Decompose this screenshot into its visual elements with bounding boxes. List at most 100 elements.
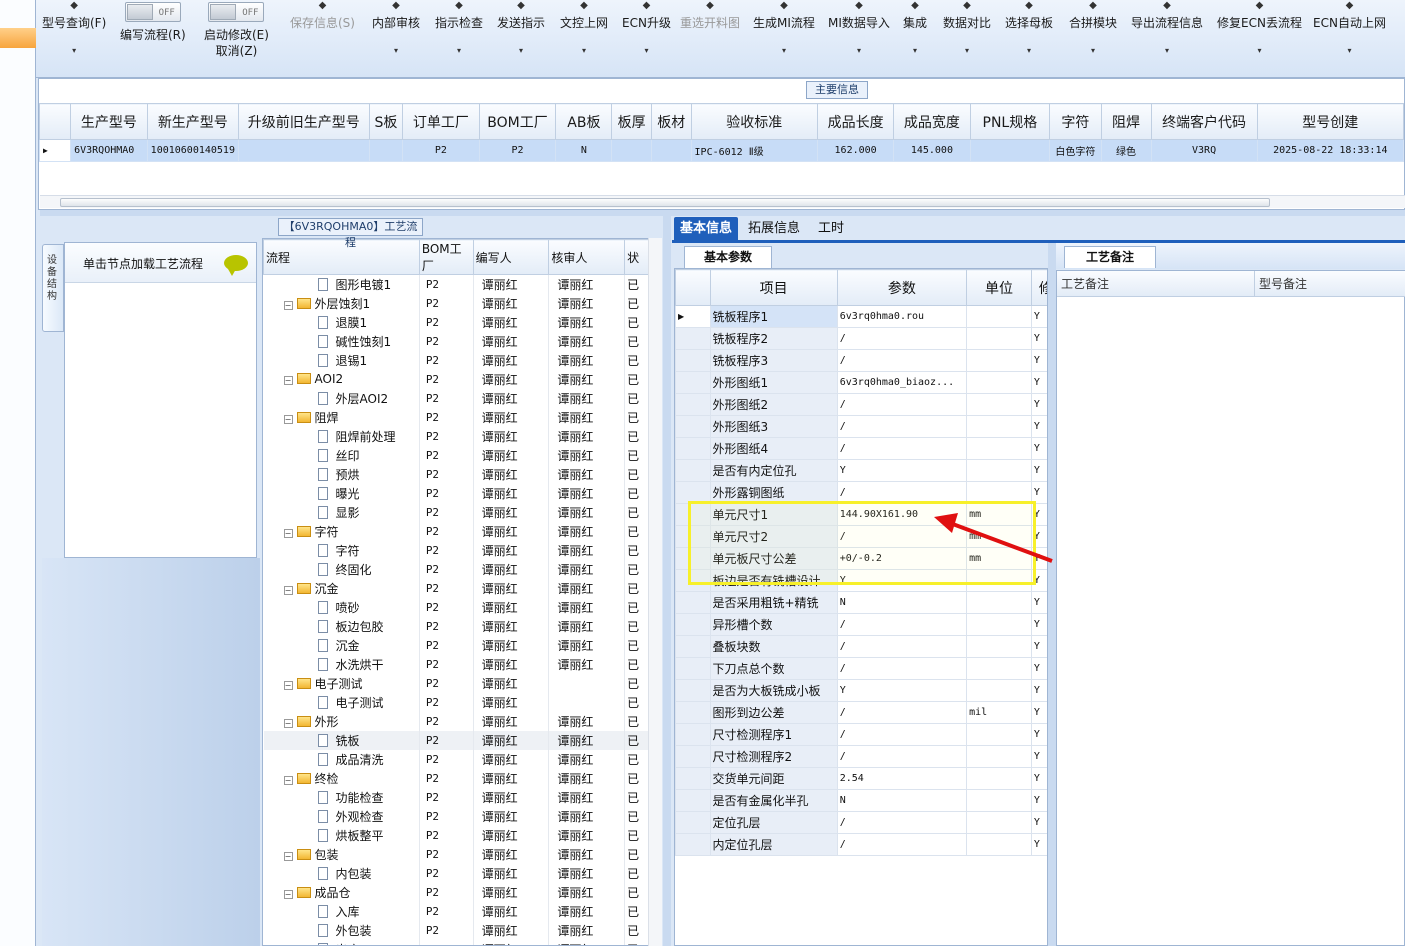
toolbar-button-9[interactable]: ◆ 重选开料图	[680, 0, 740, 30]
dropdown-arrow-icon[interactable]: ▾	[1069, 44, 1117, 58]
tree-node[interactable]: 预烘	[263, 464, 420, 484]
cell[interactable]: 10010600140519	[146, 139, 239, 162]
col-header[interactable]: 型号创建	[1256, 103, 1405, 140]
tree-row[interactable]: 终固化 P2 谭丽红 谭丽红已	[263, 559, 661, 579]
collapse-icon[interactable]: −	[283, 889, 293, 899]
col-header[interactable]: 订单工厂	[402, 103, 480, 140]
toolbar-button-16[interactable]: ◆ 导出流程信息 ▾	[1131, 0, 1203, 58]
tree-node[interactable]: 外层AOI2	[263, 388, 420, 408]
param-mod[interactable]: Y	[1030, 811, 1047, 834]
param-mod[interactable]: Y	[1030, 657, 1047, 680]
param-mod[interactable]: Y	[1030, 459, 1047, 482]
col-header[interactable]: BOM工厂	[478, 103, 557, 140]
dropdown-arrow-icon[interactable]: ▾	[435, 44, 483, 58]
col-header[interactable]: 板厚	[611, 103, 652, 140]
tree-node[interactable]: 水洗烘干	[263, 654, 420, 674]
tree-node[interactable]: − AOI2	[263, 369, 420, 389]
param-value[interactable]: /	[836, 635, 968, 658]
param-mod[interactable]: Y	[1030, 701, 1047, 724]
param-value[interactable]: 6v3rq0hma0.rou	[836, 305, 968, 328]
tree-node[interactable]: 曝光	[263, 483, 420, 503]
param-row[interactable]: 内定位孔层 / Y	[675, 833, 1047, 856]
tree-row[interactable]: 碱性蚀刻1 P2 谭丽红 谭丽红已	[263, 331, 661, 351]
dropdown-arrow-icon[interactable]: ▾	[828, 44, 890, 58]
param-value[interactable]: 6v3rq0hma0_biaoz...	[836, 371, 968, 394]
cell[interactable]: V3RQ	[1150, 139, 1258, 162]
tree-row[interactable]: − 沉金 P2 谭丽红 谭丽红已	[263, 578, 661, 598]
toolbar-button-0[interactable]: ◆ 型号查询(F) ▾	[42, 0, 106, 58]
tree-node[interactable]: − 字符	[263, 521, 420, 541]
tree-node[interactable]: 字符	[263, 540, 420, 560]
cell[interactable]	[368, 139, 404, 162]
param-value[interactable]: /	[836, 437, 968, 460]
tree-row[interactable]: 图形电镀1 P2 谭丽红 谭丽红已	[263, 274, 661, 294]
param-mod[interactable]: Y	[1030, 613, 1047, 636]
collapse-icon[interactable]: −	[283, 718, 293, 728]
tree-row[interactable]: − AOI2 P2 谭丽红 谭丽红已	[263, 369, 661, 389]
tree-node[interactable]: 丝印	[263, 445, 420, 465]
cell[interactable]	[611, 139, 652, 162]
param-unit[interactable]	[966, 371, 1032, 394]
tree-row[interactable]: 出库P2谭丽红谭丽红已	[263, 939, 661, 945]
param-row[interactable]: 外形图纸4/ Y	[675, 437, 1047, 460]
cell[interactable]	[969, 139, 1051, 162]
param-row[interactable]: 是否有金属化半孔 N Y	[675, 789, 1047, 812]
tree-row[interactable]: 成品清洗 P2 谭丽红 谭丽红已	[263, 749, 661, 769]
param-unit[interactable]	[966, 459, 1032, 482]
tree-row[interactable]: 预烘 P2 谭丽红 谭丽红已	[263, 464, 661, 484]
tree-row[interactable]: 外层AOI2 P2 谭丽红 谭丽红已	[263, 388, 661, 408]
toolbar-button-2[interactable]: OFF 启动修改(E) 取消(Z)	[204, 0, 269, 58]
param-value[interactable]: /	[836, 833, 968, 856]
tree-row[interactable]: 外观检查 P2 谭丽红 谭丽红已	[263, 806, 661, 826]
tree-node[interactable]: − 阻焊	[263, 407, 420, 427]
param-mod[interactable]: Y	[1030, 393, 1047, 416]
param-mod[interactable]: Y	[1030, 305, 1047, 328]
param-value[interactable]: Y	[836, 679, 968, 702]
param-unit[interactable]	[966, 327, 1032, 350]
param-row[interactable]: 尺寸检测程序1/ Y	[675, 723, 1047, 746]
collapse-icon[interactable]: −	[283, 414, 293, 424]
tree-row[interactable]: 水洗烘干 P2 谭丽红 谭丽红已	[263, 654, 661, 674]
param-unit[interactable]	[966, 657, 1032, 680]
param-row[interactable]: 铣板程序3/ Y	[675, 349, 1047, 372]
toolbar-button-13[interactable]: ◆ 数据对比 ▾	[943, 0, 991, 58]
tree-col-header[interactable]: 编写人	[472, 239, 550, 275]
tree-row[interactable]: 内包装 P2 谭丽红 谭丽红已	[263, 863, 661, 883]
tree-row[interactable]: 外包装 P2 谭丽红 谭丽红已	[263, 920, 661, 940]
cell[interactable]: 145.000	[893, 139, 971, 162]
col-header[interactable]: 终端客户代码	[1150, 103, 1258, 140]
cell[interactable]: 绿色	[1100, 139, 1152, 162]
main-grid-hscrollbar[interactable]	[40, 195, 1405, 208]
toolbar-button-14[interactable]: ◆ 选择母板 ▾	[1005, 0, 1053, 58]
node-panel-header[interactable]: 单击节点加载工艺流程	[65, 243, 256, 283]
col-header[interactable]: 阻焊	[1100, 103, 1152, 140]
dropdown-arrow-icon[interactable]: ▾	[560, 44, 608, 58]
tree-col-header[interactable]: 流程	[263, 239, 420, 275]
tab-0[interactable]: 基本信息	[674, 217, 739, 241]
right-splitter[interactable]	[1048, 243, 1056, 946]
tree-node[interactable]: 终固化	[263, 559, 420, 579]
col-header[interactable]: S板	[368, 103, 404, 140]
param-unit[interactable]	[966, 393, 1032, 416]
left-dock-active-item[interactable]	[0, 28, 36, 48]
tab-2[interactable]: 工时	[812, 217, 850, 241]
param-row[interactable]: 尺寸检测程序2/ Y	[675, 745, 1047, 768]
tab-process-notes[interactable]: 工艺备注	[1064, 246, 1156, 268]
cell[interactable]: 2025-08-22 18:33:14	[1256, 139, 1405, 162]
cell[interactable]: 6V3RQOHMA0	[70, 139, 148, 162]
col-header[interactable]: 成品宽度	[893, 103, 971, 140]
param-unit[interactable]	[966, 723, 1032, 746]
collapse-icon[interactable]: −	[283, 680, 293, 690]
param-mod[interactable]: Y	[1030, 789, 1047, 812]
tree-node[interactable]: 电子测试	[263, 692, 420, 712]
vertical-splitter[interactable]	[663, 216, 671, 946]
collapse-icon[interactable]: −	[283, 851, 293, 861]
tree-row[interactable]: 显影 P2 谭丽红 谭丽红已	[263, 502, 661, 522]
dropdown-arrow-icon[interactable]: ▾	[372, 44, 420, 58]
tree-node[interactable]: 功能检查	[263, 787, 420, 807]
tree-row[interactable]: 曝光 P2 谭丽红 谭丽红已	[263, 483, 661, 503]
dropdown-arrow-icon[interactable]: ▾	[943, 44, 991, 58]
toolbar-button-5[interactable]: ◆ 指示检查 ▾	[435, 0, 483, 58]
tree-row[interactable]: 板边包胶 P2 谭丽红 谭丽红已	[263, 616, 661, 636]
dropdown-arrow-icon[interactable]: ▾	[1313, 44, 1386, 58]
